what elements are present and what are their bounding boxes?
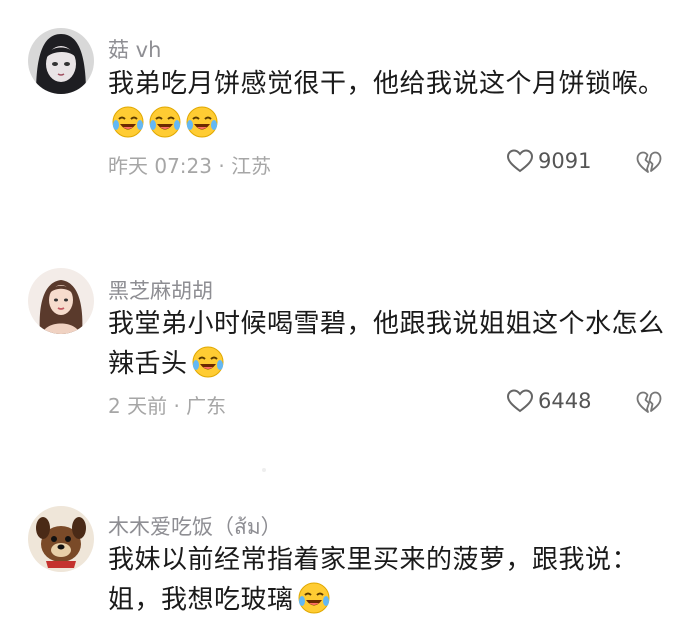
avatar[interactable]: [28, 28, 94, 94]
laughing-crying-emoji-icon: [191, 345, 225, 379]
laughing-crying-emoji-icon: [111, 105, 145, 139]
comment-text: 我弟吃月饼感觉很干，他给我说这个月饼锁喉。: [108, 64, 668, 144]
broken-heart-icon: [636, 150, 662, 176]
comment-text: 我妹以前经常指着家里买来的菠萝，跟我说：姐，我想吃玻璃: [108, 540, 668, 620]
comment-text: 我堂弟小时候喝雪碧，他跟我说姐姐这个水怎么辣舌头: [108, 304, 668, 384]
laughing-crying-emoji-icon: [297, 581, 331, 615]
like-button[interactable]: 6448: [506, 388, 591, 414]
laughing-crying-emoji-icon: [148, 105, 182, 139]
comment-username[interactable]: 菇 vh: [108, 34, 161, 64]
like-count: 6448: [538, 389, 592, 413]
like-count: 9091: [538, 149, 592, 173]
avatar[interactable]: [28, 268, 94, 334]
dislike-button[interactable]: [636, 150, 662, 176]
laughing-crying-emoji-icon: [185, 105, 219, 139]
like-button[interactable]: 9091: [506, 148, 591, 174]
divider-dot: [262, 468, 266, 472]
heart-outline-icon: [506, 148, 534, 174]
comment-meta: 昨天 07:23 · 江苏: [108, 154, 272, 178]
broken-heart-icon: [636, 390, 662, 416]
comment-text-body: 我弟吃月饼感觉很干，他给我说这个月饼锁喉。: [108, 69, 665, 99]
dislike-button[interactable]: [636, 390, 662, 416]
heart-outline-icon: [506, 388, 534, 414]
avatar[interactable]: [28, 506, 94, 572]
comment-meta: 2 天前 · 广东: [108, 394, 227, 418]
comment-text-body: 我妹以前经常指着家里买来的菠萝，跟我说：姐，我想吃玻璃: [108, 545, 639, 615]
comment-username[interactable]: 黑芝麻胡胡: [108, 275, 213, 305]
